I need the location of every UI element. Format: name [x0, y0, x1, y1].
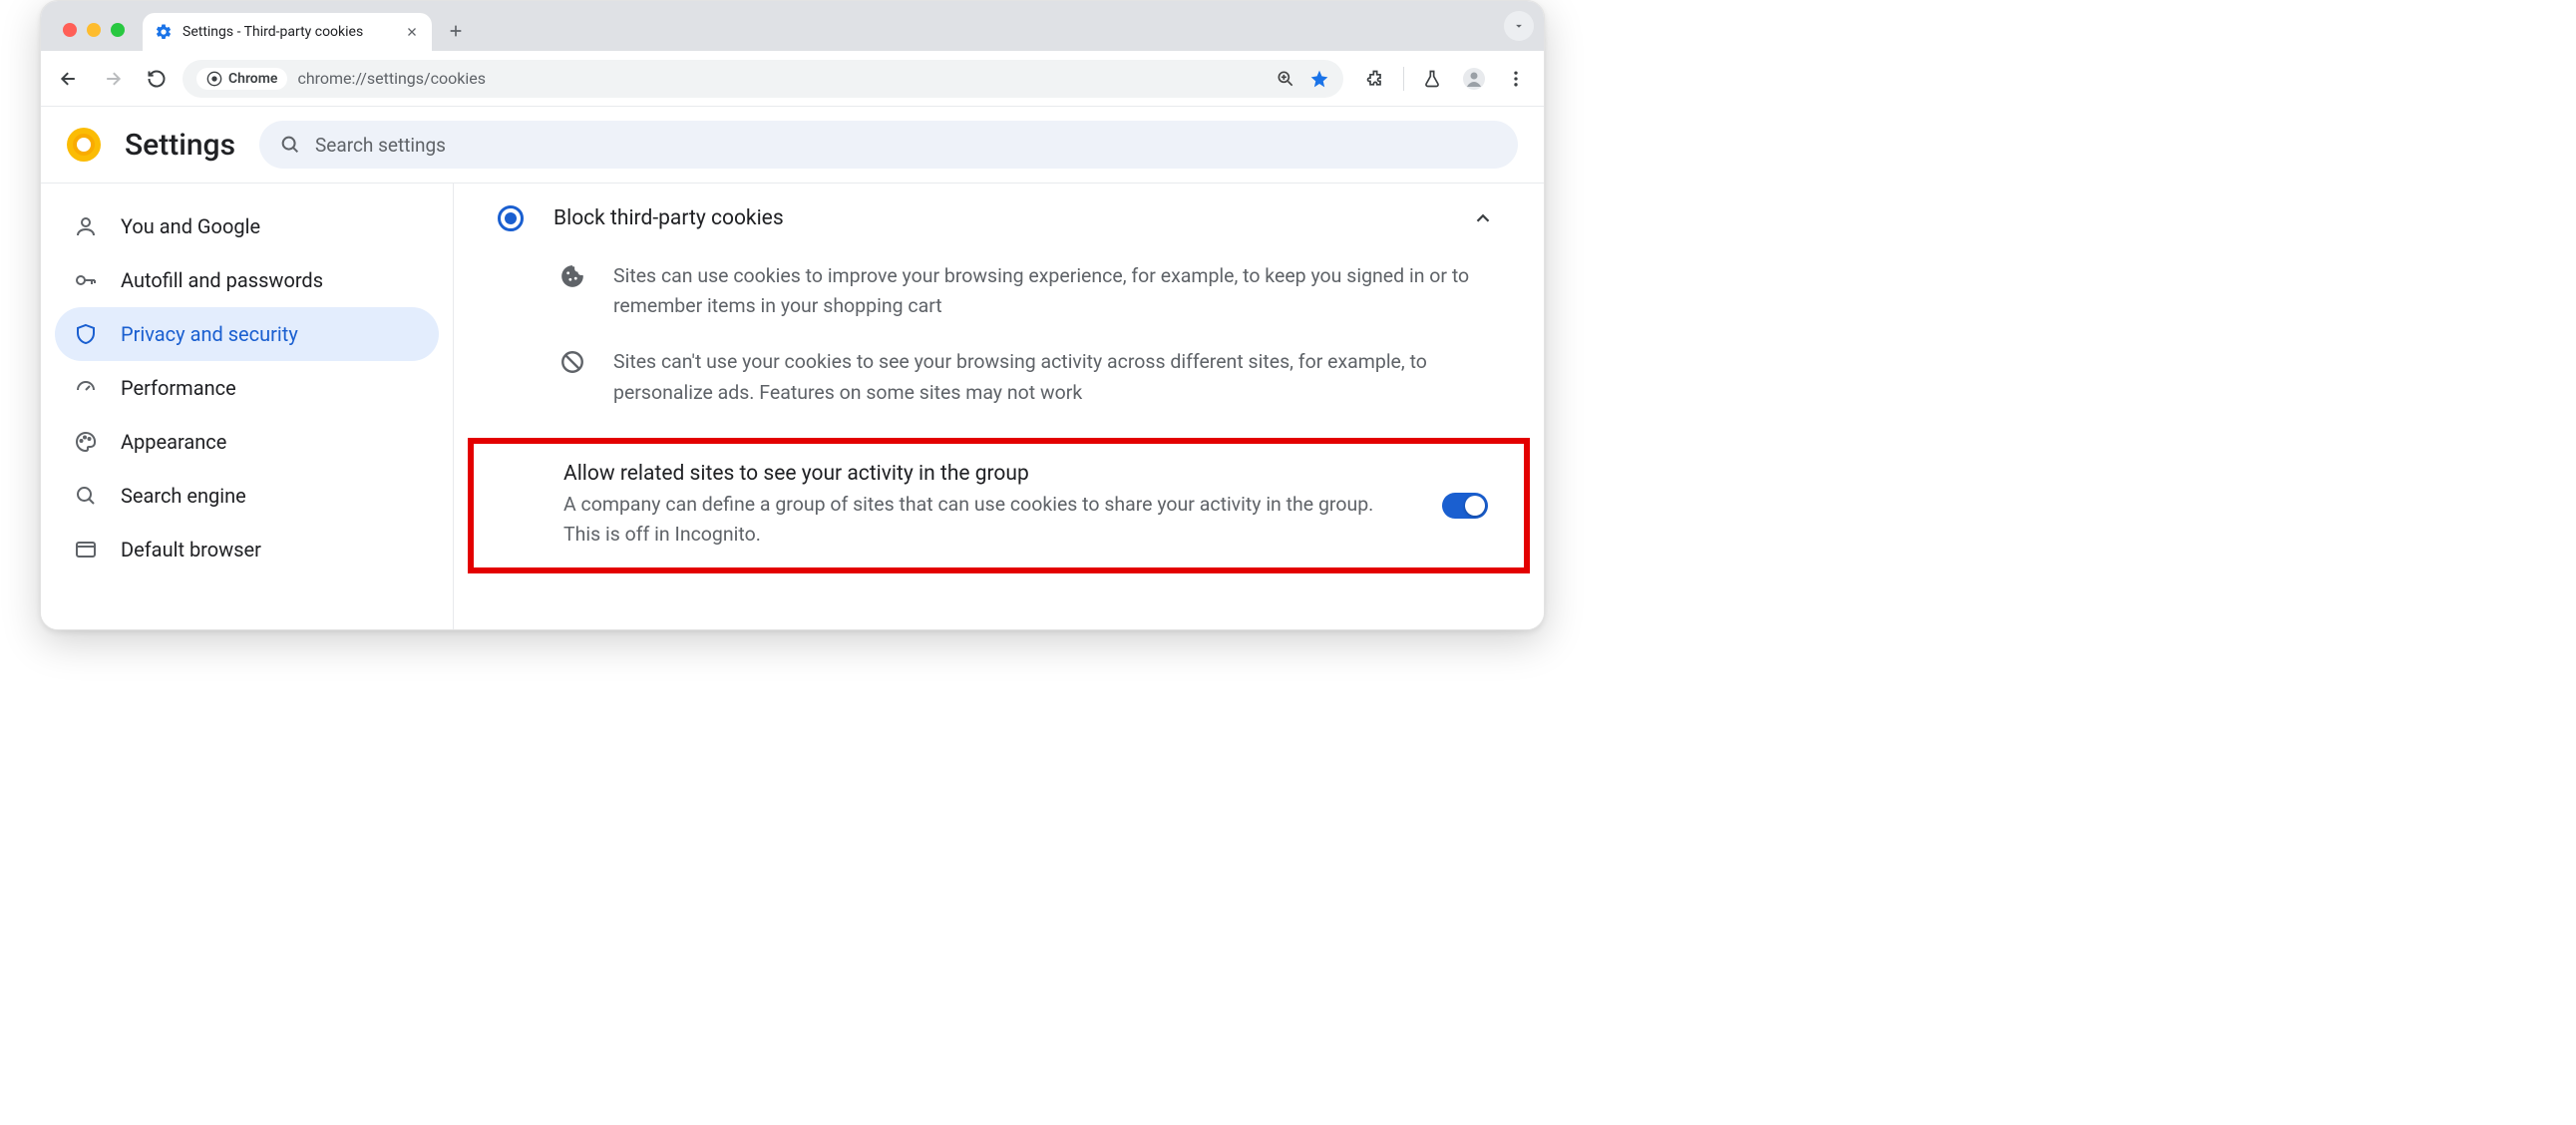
zoom-icon[interactable]	[1276, 69, 1295, 89]
reload-button[interactable]	[139, 61, 175, 97]
close-window-button[interactable]	[63, 23, 77, 37]
maximize-window-button[interactable]	[111, 23, 125, 37]
main-panel: Block third-party cookies Sites can use …	[454, 184, 1544, 629]
sidebar-item-label: Autofill and passwords	[121, 268, 323, 292]
allow-related-sites-row: Allow related sites to see your activity…	[468, 438, 1530, 573]
site-chip: Chrome	[196, 68, 287, 90]
labs-icon[interactable]	[1414, 61, 1450, 97]
key-icon	[73, 267, 99, 293]
sidebar-item-label: Search engine	[121, 484, 246, 508]
shield-icon	[73, 321, 99, 347]
back-button[interactable]	[51, 61, 87, 97]
block-third-party-cookies-option[interactable]: Block third-party cookies	[468, 184, 1530, 253]
new-tab-button[interactable]	[440, 15, 472, 47]
cookies-card: Block third-party cookies Sites can use …	[468, 184, 1530, 573]
sidebar-item-label: Appearance	[121, 430, 226, 454]
sidebar-item-label: Default browser	[121, 538, 261, 562]
sidebar-item-default-browser[interactable]: Default browser	[55, 523, 439, 576]
page-content: Settings Search settings You and Google	[41, 107, 1544, 629]
toolbar: Chrome chrome://settings/cookies	[41, 51, 1544, 107]
sidebar-item-you-and-google[interactable]: You and Google	[55, 199, 439, 253]
settings-header: Settings Search settings	[41, 107, 1544, 184]
cookie-icon	[557, 261, 587, 321]
tab-strip: Settings - Third-party cookies	[41, 1, 1544, 51]
browser-window: Settings - Third-party cookies	[40, 0, 1545, 630]
related-sites-title: Allow related sites to see your activity…	[563, 462, 1442, 486]
description-text: Sites can use cookies to improve your br…	[613, 261, 1481, 321]
search-settings-input[interactable]: Search settings	[259, 121, 1518, 169]
chrome-icon	[206, 71, 222, 87]
divider	[1403, 67, 1404, 91]
toolbar-actions	[1351, 61, 1534, 97]
toggle-knob	[1465, 496, 1485, 516]
tab-search-button[interactable]	[1504, 11, 1534, 41]
search-placeholder: Search settings	[315, 134, 446, 157]
sidebar-item-label: Privacy and security	[121, 322, 298, 346]
tab-title: Settings - Third-party cookies	[183, 24, 394, 40]
chip-label: Chrome	[228, 71, 277, 87]
menu-dots-icon[interactable]	[1498, 61, 1534, 97]
description-text: Sites can't use your cookies to see your…	[613, 347, 1481, 407]
search-icon	[73, 483, 99, 509]
sidebar-item-appearance[interactable]: Appearance	[55, 415, 439, 469]
sidebar-item-performance[interactable]: Performance	[55, 361, 439, 415]
forward-button[interactable]	[95, 61, 131, 97]
minimize-window-button[interactable]	[87, 23, 101, 37]
chrome-logo-icon	[67, 128, 101, 162]
search-icon	[279, 134, 301, 156]
page-title: Settings	[125, 128, 235, 163]
blocked-icon	[557, 347, 587, 407]
extensions-icon[interactable]	[1357, 61, 1393, 97]
related-sites-description: A company can define a group of sites th…	[563, 490, 1391, 550]
radio-selected-icon	[498, 205, 524, 231]
speedometer-icon	[73, 375, 99, 401]
settings-body: You and Google Autofill and passwords Pr…	[41, 184, 1544, 629]
chevron-up-icon[interactable]	[1472, 207, 1494, 229]
palette-icon	[73, 429, 99, 455]
radio-label: Block third-party cookies	[553, 206, 1472, 230]
bookmark-star-icon[interactable]	[1309, 69, 1329, 89]
close-tab-icon[interactable]	[404, 24, 420, 40]
sidebar-item-label: You and Google	[121, 214, 260, 238]
allow-related-sites-toggle[interactable]	[1442, 493, 1488, 519]
description-blocked: Sites can't use your cookies to see your…	[468, 339, 1530, 425]
window-controls	[63, 23, 125, 37]
settings-gear-icon	[155, 23, 173, 41]
sidebar-item-privacy-security[interactable]: Privacy and security	[55, 307, 439, 361]
sidebar-item-search-engine[interactable]: Search engine	[55, 469, 439, 523]
sidebar-item-autofill[interactable]: Autofill and passwords	[55, 253, 439, 307]
url-text: chrome://settings/cookies	[297, 69, 486, 88]
sidebar: You and Google Autofill and passwords Pr…	[41, 184, 454, 629]
address-bar[interactable]: Chrome chrome://settings/cookies	[183, 60, 1343, 98]
person-icon	[73, 213, 99, 239]
description-allowed: Sites can use cookies to improve your br…	[468, 253, 1530, 339]
browser-tab[interactable]: Settings - Third-party cookies	[143, 13, 432, 51]
profile-avatar[interactable]	[1456, 61, 1492, 97]
browser-window-icon	[73, 537, 99, 562]
sidebar-item-label: Performance	[121, 376, 236, 400]
